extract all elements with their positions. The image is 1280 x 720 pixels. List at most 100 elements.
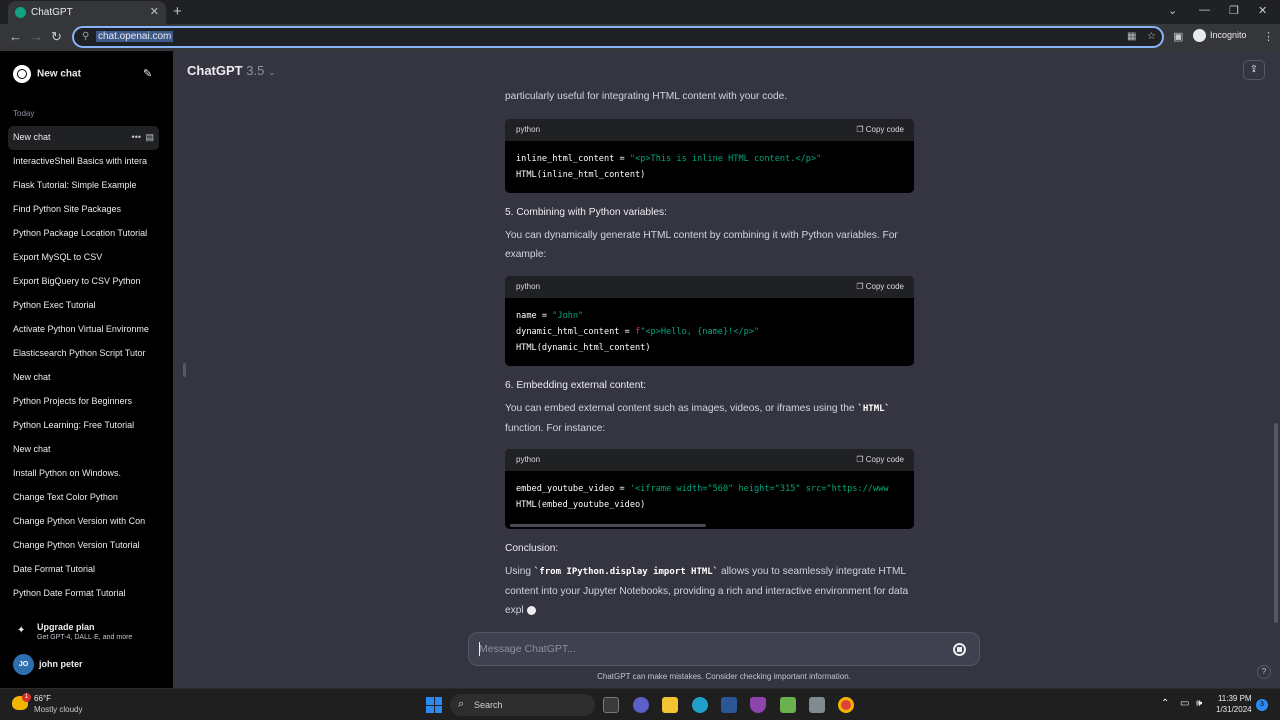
model-selector[interactable]: ChatGPT 3.5 ⌄ bbox=[187, 63, 276, 78]
volume-icon[interactable]: 🕪 bbox=[1196, 698, 1202, 709]
copy-code-label: Copy code bbox=[865, 455, 904, 464]
forward-icon[interactable]: → bbox=[30, 29, 43, 44]
browser-tab[interactable]: ChatGPT ✕ bbox=[8, 1, 166, 24]
app-icon[interactable] bbox=[780, 697, 796, 713]
copy-code-button[interactable]: ❐ Copy code bbox=[856, 119, 904, 141]
compose-icon[interactable]: ✎ bbox=[143, 67, 152, 80]
system-clock[interactable]: 11:39 PM 1/31/2024 bbox=[1216, 693, 1252, 715]
chat-item[interactable]: Activate Python Virtual Environme bbox=[8, 318, 159, 342]
response-paragraph: You can embed external content such as i… bbox=[505, 399, 915, 438]
address-bar[interactable]: ⚲ chat.openai.com ▦ ☆ bbox=[72, 26, 1164, 48]
tab-search-icon[interactable]: ⌄ bbox=[1168, 4, 1177, 17]
chat-item[interactable]: Python Date Format Tutorial bbox=[8, 582, 159, 606]
message-input[interactable] bbox=[479, 641, 939, 657]
streaming-cursor-icon bbox=[526, 605, 536, 615]
help-button[interactable]: ? bbox=[1257, 665, 1271, 679]
chat-item[interactable]: Python Exec Tutorial bbox=[8, 294, 159, 318]
restore-icon[interactable]: ❐ bbox=[1229, 4, 1239, 17]
app-icon[interactable] bbox=[750, 697, 766, 713]
sidebar: New chat ✎ Today New chat ••• ▤ Interact… bbox=[0, 51, 173, 688]
code-var: dynamic_html_content = bbox=[516, 327, 635, 337]
side-panel-icon[interactable]: ▣ bbox=[1173, 30, 1183, 43]
copy-code-button[interactable]: ❐ Copy code bbox=[856, 449, 904, 471]
model-version: 3.5 bbox=[246, 63, 265, 78]
user-menu[interactable]: JO john peter bbox=[13, 654, 83, 675]
chat-item-label: Change Python Version Tutorial bbox=[13, 540, 140, 550]
file-explorer-icon[interactable] bbox=[662, 697, 678, 713]
chat-item[interactable]: New chat bbox=[8, 438, 159, 462]
incognito-indicator[interactable]: Incognito bbox=[1193, 29, 1247, 42]
store-icon[interactable] bbox=[721, 697, 737, 713]
browser-menu-icon[interactable]: ⋮ bbox=[1263, 30, 1274, 43]
section-heading: 5. Combining with Python variables: bbox=[505, 207, 667, 218]
chat-item[interactable]: Python Learning: Free Tutorial bbox=[8, 414, 159, 438]
chat-item[interactable]: Change Python Version Tutorial bbox=[8, 534, 159, 558]
archive-icon[interactable]: ▤ bbox=[145, 126, 154, 148]
chat-item[interactable]: Python Package Location Tutorial bbox=[8, 222, 159, 246]
code-header: python ❐ Copy code bbox=[505, 119, 914, 141]
upgrade-title: Upgrade plan bbox=[37, 622, 95, 632]
chat-item[interactable]: Export MySQL to CSV bbox=[8, 246, 159, 270]
edge-icon[interactable] bbox=[692, 697, 708, 713]
clock-time: 11:39 PM bbox=[1217, 694, 1252, 703]
share-button[interactable]: ⇪ bbox=[1243, 60, 1265, 80]
chat-item-label: Python Package Location Tutorial bbox=[13, 228, 148, 238]
copy-code-button[interactable]: ❐ Copy code bbox=[856, 276, 904, 298]
chat-item[interactable]: New chat bbox=[8, 366, 159, 390]
chat-item[interactable]: Flask Tutorial: Simple Example bbox=[8, 174, 159, 198]
sidebar-toggle-handle[interactable] bbox=[183, 363, 186, 377]
model-name: ChatGPT bbox=[187, 63, 243, 78]
chat-item[interactable]: Export BigQuery to CSV Python bbox=[8, 270, 159, 294]
code-horizontal-scrollbar[interactable] bbox=[510, 524, 706, 527]
chat-item[interactable]: Date Format Tutorial bbox=[8, 558, 159, 582]
chat-item-label: Elasticsearch Python Script Tutor bbox=[13, 348, 146, 358]
code-line: HTML(inline_html_content) bbox=[516, 170, 646, 180]
reload-icon[interactable]: ↻ bbox=[51, 29, 62, 45]
chrome-icon[interactable] bbox=[838, 697, 854, 713]
chat-item-label: Date Format Tutorial bbox=[13, 564, 96, 574]
url-text[interactable]: chat.openai.com bbox=[96, 31, 174, 42]
browser-tab-bar: ChatGPT ✕ + ⌄ — ❐ ✕ bbox=[0, 0, 1280, 24]
response-paragraph: particularly useful for integrating HTML… bbox=[505, 91, 788, 102]
qr-code-icon[interactable]: ▦ bbox=[1127, 31, 1136, 42]
openai-logo-icon bbox=[13, 65, 31, 83]
message-composer[interactable] bbox=[468, 632, 980, 666]
site-info-icon[interactable]: ⚲ bbox=[82, 31, 89, 42]
start-icon[interactable] bbox=[426, 697, 442, 713]
close-tab-icon[interactable]: ✕ bbox=[150, 5, 159, 18]
app-icon[interactable] bbox=[809, 697, 825, 713]
chat-item[interactable]: New chat ••• ▤ bbox=[8, 126, 159, 150]
chat-app-icon[interactable] bbox=[633, 697, 649, 713]
response-paragraph: Using `from IPython.display import HTML`… bbox=[505, 562, 915, 620]
new-chat-button[interactable]: New chat bbox=[13, 65, 81, 83]
chat-item-label: Python Date Format Tutorial bbox=[13, 588, 126, 598]
chat-item[interactable]: InteractiveShell Basics with intera bbox=[8, 150, 159, 174]
stop-generating-button[interactable] bbox=[953, 643, 966, 656]
new-tab-icon[interactable]: + bbox=[173, 3, 182, 20]
taskbar-search[interactable]: ⌕ Search bbox=[450, 694, 595, 716]
code-var: embed_youtube_video = bbox=[516, 484, 630, 494]
chat-item[interactable]: Change Text Color Python bbox=[8, 486, 159, 510]
bookmark-star-icon[interactable]: ☆ bbox=[1147, 31, 1156, 42]
network-icon[interactable]: ▭ bbox=[1180, 698, 1189, 709]
vertical-scrollbar[interactable] bbox=[1274, 423, 1278, 623]
section-heading: 6. Embedding external content: bbox=[505, 380, 647, 391]
more-options-icon[interactable]: ••• bbox=[132, 126, 141, 148]
chat-item[interactable]: Python Projects for Beginners bbox=[8, 390, 159, 414]
code-string: "<p>This is inline HTML content.</p>" bbox=[629, 154, 822, 164]
close-window-icon[interactable]: ✕ bbox=[1258, 4, 1267, 17]
section-label-today: Today bbox=[13, 109, 35, 118]
chat-item[interactable]: Change Python Version with Con bbox=[8, 510, 159, 534]
incognito-icon bbox=[1193, 29, 1206, 42]
task-view-icon[interactable] bbox=[603, 697, 619, 713]
chat-item[interactable]: Find Python Site Packages bbox=[8, 198, 159, 222]
weather-badge: 1 bbox=[22, 693, 31, 702]
avatar: JO bbox=[13, 654, 34, 675]
minimize-icon[interactable]: — bbox=[1199, 4, 1210, 16]
chat-item[interactable]: Elasticsearch Python Script Tutor bbox=[8, 342, 159, 366]
back-icon[interactable]: ← bbox=[9, 29, 22, 44]
chat-item[interactable]: Install Python on Windows. bbox=[8, 462, 159, 486]
code-string: '<iframe width="560" height="315" src="h… bbox=[629, 484, 889, 494]
notification-badge[interactable]: 3 bbox=[1256, 699, 1268, 711]
tray-chevron-icon[interactable]: ⌃ bbox=[1161, 698, 1169, 709]
